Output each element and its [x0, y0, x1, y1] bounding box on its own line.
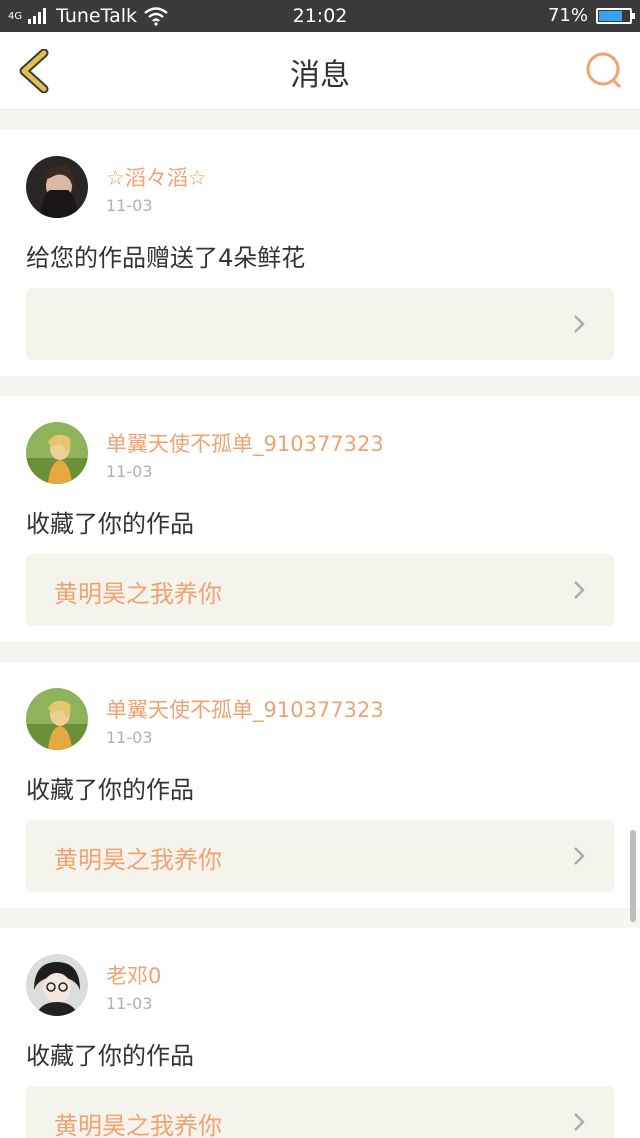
- clock: 21:02: [292, 5, 348, 27]
- user-name[interactable]: 单翼天使不孤单_910377323: [106, 694, 384, 724]
- message-date: 11-03: [106, 196, 153, 215]
- chevron-right-icon: [574, 1113, 585, 1131]
- work-title: 黄明昊之我养你: [54, 580, 222, 608]
- chevron-right-icon: [574, 315, 585, 333]
- message-item: 老邓0 11-03 收藏了你的作品 黄明昊之我养你: [0, 928, 640, 1138]
- work-link[interactable]: 黄明昊之我养你: [26, 554, 614, 626]
- message-list: ☆滔々滔☆ 11-03 给您的作品赠送了4朵鲜花 单翼天使不孤单_9103773…: [0, 110, 640, 1138]
- chevron-right-icon: [574, 581, 585, 599]
- status-bar: 4G TuneTalk 21:02 71%: [0, 0, 640, 32]
- message-text: 给您的作品赠送了4朵鲜花: [26, 244, 306, 272]
- work-link[interactable]: 黄明昊之我养你: [26, 820, 614, 892]
- battery-icon: [596, 8, 635, 24]
- message-text: 收藏了你的作品: [26, 1042, 194, 1070]
- message-item: 单翼天使不孤单_910377323 11-03 收藏了你的作品 黄明昊之我养你: [0, 662, 640, 908]
- page-title: 消息: [290, 58, 350, 93]
- work-link[interactable]: [26, 288, 614, 360]
- user-name[interactable]: ☆滔々滔☆: [106, 162, 207, 192]
- search-icon[interactable]: [584, 50, 624, 90]
- scrollbar[interactable]: [630, 830, 636, 922]
- avatar[interactable]: [26, 156, 88, 218]
- message-date: 11-03: [106, 994, 153, 1013]
- work-title: 黄明昊之我养你: [54, 1112, 222, 1138]
- avatar[interactable]: [26, 954, 88, 1016]
- message-date: 11-03: [106, 462, 153, 481]
- work-link[interactable]: 黄明昊之我养你: [26, 1086, 614, 1138]
- work-title: 黄明昊之我养你: [54, 846, 222, 874]
- chevron-right-icon: [574, 847, 585, 865]
- message-text: 收藏了你的作品: [26, 510, 194, 538]
- user-name[interactable]: 单翼天使不孤单_910377323: [106, 428, 384, 458]
- user-name[interactable]: 老邓0: [106, 960, 161, 990]
- avatar[interactable]: [26, 422, 88, 484]
- message-date: 11-03: [106, 728, 153, 747]
- avatar[interactable]: [26, 688, 88, 750]
- battery-percent: 71%: [547, 5, 588, 26]
- message-text: 收藏了你的作品: [26, 776, 194, 804]
- message-item: 单翼天使不孤单_910377323 11-03 收藏了你的作品 黄明昊之我养你: [0, 396, 640, 642]
- message-item: ☆滔々滔☆ 11-03 给您的作品赠送了4朵鲜花: [0, 130, 640, 376]
- navigation-bar: 消息: [0, 32, 640, 110]
